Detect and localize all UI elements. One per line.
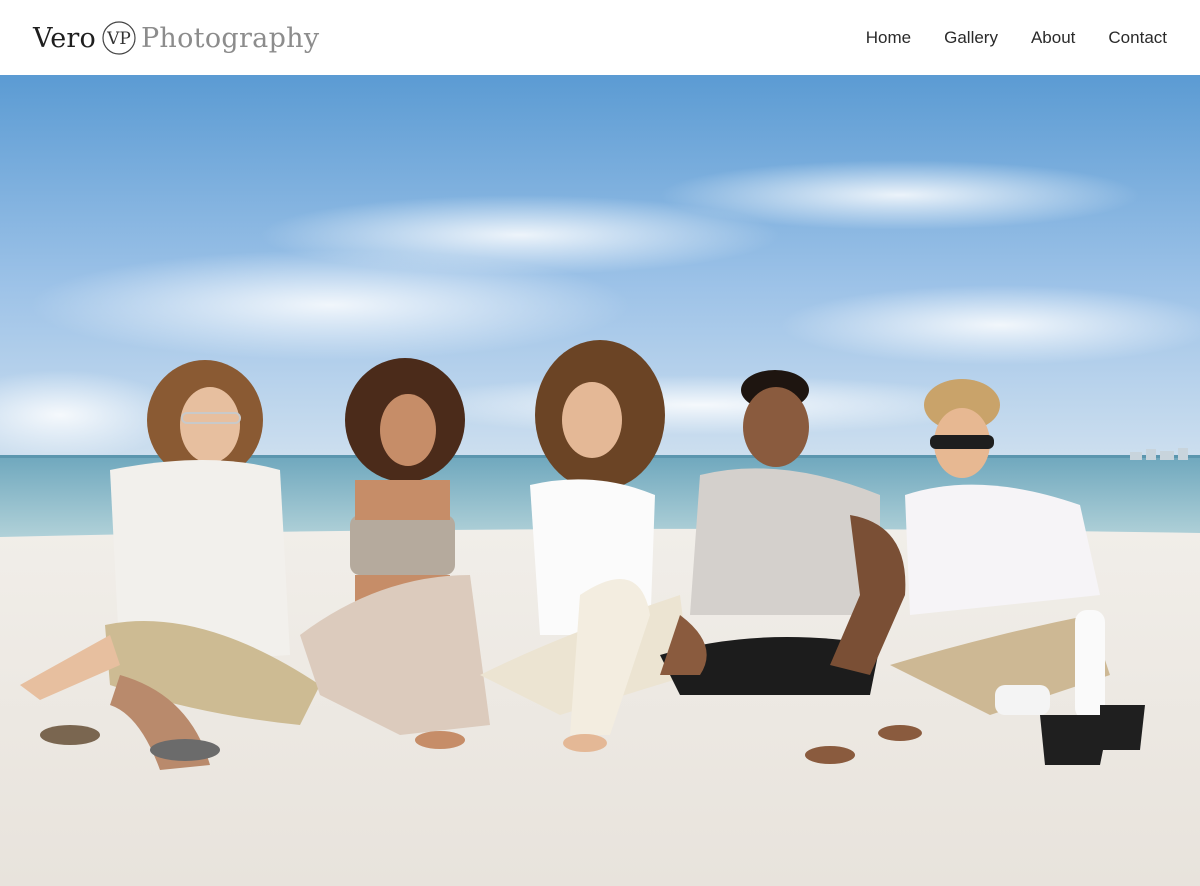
beach-family-portrait-icon	[0, 75, 1200, 886]
main-nav: Home Gallery About Contact	[833, 0, 1167, 75]
logo-name-left: Vero	[33, 22, 96, 54]
nav-home[interactable]: Home	[866, 28, 911, 48]
site-header: Vero VP Photography Home Gallery About C…	[0, 0, 1200, 75]
hero-photo	[0, 75, 1200, 886]
monogram-text: VP	[106, 29, 131, 49]
logo-name-right: Photography	[140, 22, 320, 54]
nav-gallery[interactable]: Gallery	[944, 28, 998, 48]
nav-contact[interactable]: Contact	[1108, 28, 1167, 48]
nav-about[interactable]: About	[1031, 28, 1075, 48]
monogram-icon: VP	[102, 21, 136, 55]
site-logo[interactable]: Vero VP Photography	[33, 18, 319, 58]
